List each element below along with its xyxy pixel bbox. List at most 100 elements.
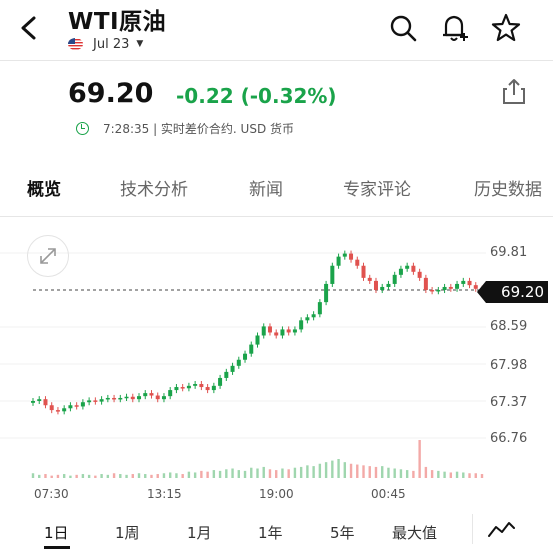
- candle: [392, 274, 397, 284]
- volume-bar: [374, 466, 378, 478]
- volume-bar: [112, 473, 116, 478]
- volume-bar: [187, 471, 191, 478]
- volume-bar: [430, 470, 434, 478]
- volume-bar: [231, 468, 234, 478]
- volume-bar: [181, 474, 184, 478]
- volume-bar: [162, 473, 166, 478]
- x-tick-label: 07:30: [34, 487, 69, 501]
- volume-bar: [455, 471, 459, 478]
- date-selector[interactable]: Jul 23 ▼: [68, 34, 143, 54]
- candle: [330, 265, 335, 284]
- volume-bar: [306, 465, 309, 478]
- candle: [292, 329, 297, 333]
- candle: [55, 410, 60, 412]
- chart-type-button[interactable]: [472, 514, 529, 544]
- volume-bar: [362, 465, 365, 478]
- candle: [398, 268, 403, 275]
- volume-bar: [318, 463, 322, 478]
- volume-bar: [212, 470, 216, 478]
- candle: [37, 399, 42, 401]
- tab-overview[interactable]: 概览: [27, 175, 61, 200]
- y-tick-label: 67.37: [490, 395, 528, 410]
- candle: [87, 400, 92, 403]
- candle: [448, 286, 453, 289]
- candle: [411, 265, 416, 272]
- range-1-week[interactable]: 1周: [115, 522, 140, 543]
- date-label: Jul 23: [93, 36, 130, 52]
- add-alert-bell-icon[interactable]: [440, 12, 470, 44]
- header-bar: WTI原油 Jul 23 ▼: [0, 0, 553, 61]
- y-tick-label: 66.76: [490, 431, 528, 446]
- candle: [205, 387, 210, 391]
- volume-bar: [156, 474, 159, 478]
- volume-bar: [393, 468, 396, 478]
- volume-bar: [100, 474, 103, 478]
- candle: [355, 259, 360, 266]
- volume-bar: [168, 472, 172, 478]
- volume-bar: [443, 471, 446, 478]
- x-tick-label: 19:00: [259, 487, 294, 501]
- candle: [442, 286, 447, 290]
- volume-bar: [412, 470, 415, 478]
- candle: [149, 393, 154, 396]
- volume-bar: [281, 468, 284, 478]
- candle: [236, 359, 241, 366]
- last-price: 69.20: [68, 78, 154, 109]
- expand-chart-button[interactable]: [27, 235, 69, 277]
- share-icon[interactable]: [500, 76, 528, 106]
- volume-bar: [256, 468, 259, 478]
- range-1-day[interactable]: 1日: [44, 522, 69, 543]
- candle: [380, 286, 385, 290]
- candle: [455, 283, 460, 289]
- candle: [280, 329, 285, 336]
- volume-bar: [175, 473, 178, 478]
- volume-bar: [381, 466, 384, 478]
- y-tick-label: 67.98: [490, 358, 528, 373]
- range-1-month[interactable]: 1月: [187, 522, 212, 543]
- back-arrow-icon[interactable]: [14, 12, 42, 44]
- volume-bar: [343, 462, 347, 478]
- candle: [367, 277, 372, 281]
- range-max[interactable]: 最大值: [392, 522, 437, 543]
- volume-bar: [106, 474, 110, 478]
- candle: [31, 401, 35, 403]
- volume-bar: [405, 470, 409, 478]
- volume-bar: [131, 474, 134, 478]
- line-chart-icon: [488, 522, 515, 537]
- section-tabs: 概览 技术分析 新闻 专家评论 历史数据: [0, 160, 553, 217]
- volume-bar: [331, 460, 334, 478]
- candle: [99, 399, 104, 402]
- candle: [218, 377, 223, 386]
- candle: [243, 353, 248, 360]
- star-icon[interactable]: [491, 12, 521, 44]
- search-icon[interactable]: [388, 12, 418, 44]
- candle: [80, 402, 85, 407]
- candle: [68, 405, 73, 409]
- candle: [417, 271, 422, 278]
- quote-panel: 69.20 -0.22 (-0.32%) 7:28:35 | 实时差价合约. U…: [0, 60, 553, 152]
- volume-bar: [474, 473, 477, 478]
- tab-expert-comments[interactable]: 专家评论: [343, 175, 411, 200]
- tab-historical-data[interactable]: 历史数据: [474, 175, 542, 200]
- tab-news[interactable]: 新闻: [249, 175, 283, 200]
- volume-bar: [200, 470, 203, 478]
- volume-bar: [468, 473, 471, 478]
- volume-bar: [243, 470, 247, 478]
- tab-technical-analysis[interactable]: 技术分析: [120, 175, 188, 200]
- volume-bar: [119, 474, 122, 478]
- range-5-years[interactable]: 5年: [330, 522, 355, 543]
- candle: [74, 405, 79, 407]
- volume-bar: [150, 474, 153, 478]
- volume-bar: [387, 467, 390, 478]
- volume-bar: [38, 474, 41, 478]
- range-1-year[interactable]: 1年: [258, 522, 283, 543]
- candle: [230, 365, 235, 372]
- volume-bar: [144, 474, 147, 478]
- candle: [305, 317, 310, 321]
- volume-bar: [268, 469, 272, 478]
- candle: [373, 280, 378, 290]
- volume-bar: [62, 474, 66, 478]
- price-chart[interactable]: [0, 222, 553, 510]
- volume-bar: [462, 472, 465, 478]
- candle: [430, 290, 435, 292]
